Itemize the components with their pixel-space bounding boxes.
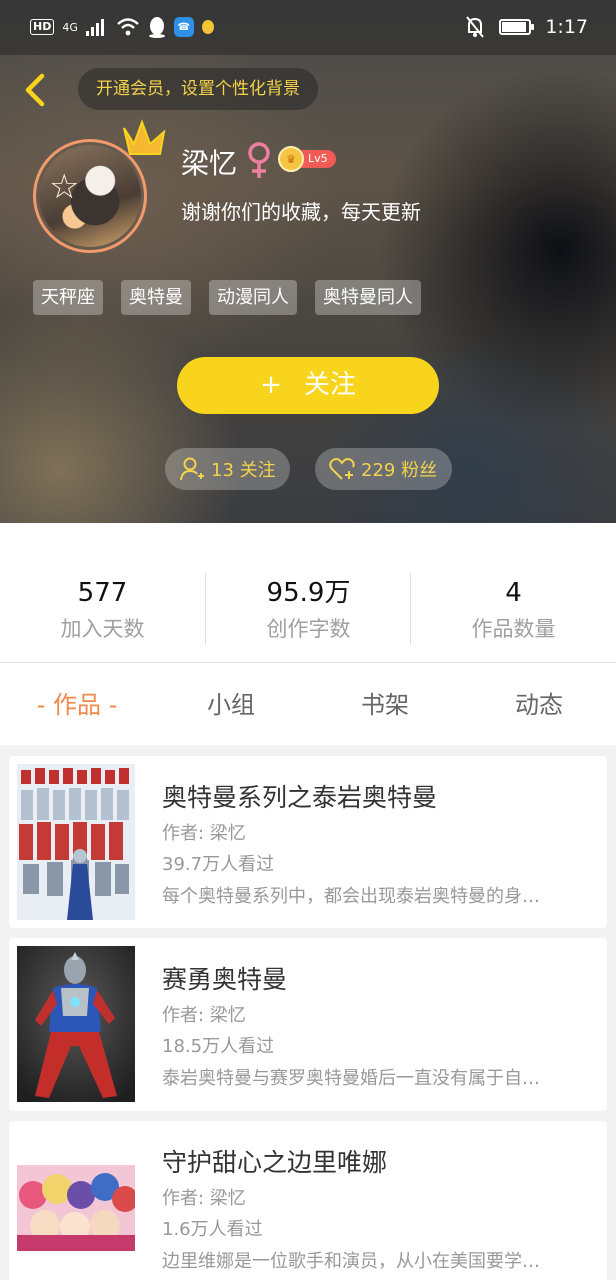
stat-words: 95.9万 创作字数 <box>206 573 411 645</box>
profile-stats: 577 加入天数 95.9万 创作字数 4 作品数量 <box>0 523 616 663</box>
qq-icon <box>148 17 165 38</box>
status-bar: HD 4G ☎ 1:17 <box>0 0 616 55</box>
stat-value: 4 <box>505 578 522 608</box>
work-cover <box>17 946 135 1102</box>
mute-bell-icon <box>466 16 485 38</box>
work-author: 作者: 梁忆 <box>162 823 246 844</box>
work-views: 39.7万人看过 <box>162 854 275 875</box>
work-card[interactable]: 守护甜心之边里唯娜 作者: 梁忆 1.6万人看过 边里维娜是一位歌手和演员，从小… <box>9 1121 607 1280</box>
network-label: 4G <box>62 20 78 34</box>
stat-works: 4 作品数量 <box>411 573 616 645</box>
work-description: 边里维娜是一位歌手和演员，从小在美国要学… <box>162 1251 540 1272</box>
battery-icon <box>499 19 535 35</box>
bio: 谢谢你们的收藏，每天更新 <box>181 200 421 224</box>
status-left: HD 4G ☎ <box>30 14 214 40</box>
work-card[interactable]: 奥特曼系列之泰岩奥特曼 作者: 梁忆 39.7万人看过 每个奥特曼系列中，都会出… <box>9 756 607 928</box>
fans-count: 229 粉丝 <box>361 460 438 481</box>
clock: 1:17 <box>545 16 588 38</box>
tag-item[interactable]: 动漫同人 <box>209 280 297 315</box>
fans-button[interactable]: 229 粉丝 <box>315 448 452 490</box>
profile-header: HD 4G ☎ 1:17 开通会员，设置个性化背景 ☆ 梁忆 Lv5 ♛ 谢谢你… <box>0 0 616 523</box>
star-icon: ☆ <box>49 167 80 207</box>
following-count: 13 关注 <box>211 460 276 481</box>
work-description: 每个奥特曼系列中，都会出现泰岩奥特曼的身… <box>162 886 540 907</box>
level-crown-icon: ♛ <box>278 146 304 172</box>
stat-value: 95.9万 <box>266 578 351 608</box>
wifi-icon <box>117 18 139 36</box>
work-title: 赛勇奥特曼 <box>162 965 288 994</box>
tab-activity[interactable]: 动态 <box>462 663 616 745</box>
heart-add-icon <box>329 458 355 480</box>
username: 梁忆 <box>181 147 238 180</box>
female-icon <box>248 142 270 178</box>
tab-bar: - 作品 - 小组 书架 动态 <box>0 663 616 745</box>
work-card[interactable]: 赛勇奥特曼 作者: 梁忆 18.5万人看过 泰岩奥特曼与赛罗奥特曼婚后一直没有属… <box>9 938 607 1111</box>
tag-item[interactable]: 奥特曼 <box>121 280 191 315</box>
tab-groups[interactable]: 小组 <box>154 663 308 745</box>
tag-item[interactable]: 奥特曼同人 <box>315 280 421 315</box>
stat-days: 577 加入天数 <box>0 573 205 645</box>
hd-badge: HD <box>30 19 55 35</box>
cover-image <box>17 1165 135 1251</box>
follow-button[interactable]: + 关注 <box>177 357 439 414</box>
tab-works[interactable]: - 作品 - <box>0 663 154 745</box>
work-title: 奥特曼系列之泰岩奥特曼 <box>162 783 438 812</box>
work-views: 1.6万人看过 <box>162 1219 263 1240</box>
signal-icon <box>85 19 104 36</box>
follow-button-label: 关注 <box>303 370 356 400</box>
following-button[interactable]: 13 关注 <box>165 448 290 490</box>
vip-background-prompt[interactable]: 开通会员，设置个性化背景 <box>78 68 318 110</box>
tag-item[interactable]: 天秤座 <box>33 280 103 315</box>
back-arrow-icon[interactable] <box>18 70 54 110</box>
app-notification-icon: ☎ <box>173 17 194 37</box>
work-author: 作者: 梁忆 <box>162 1188 246 1209</box>
notification-dot-icon <box>201 20 214 34</box>
tab-bookshelf[interactable]: 书架 <box>308 663 462 745</box>
stat-label: 加入天数 <box>60 617 145 641</box>
stat-label: 作品数量 <box>471 617 556 641</box>
work-cover <box>17 764 135 920</box>
work-description: 泰岩奥特曼与赛罗奥特曼婚后一直没有属于自… <box>162 1068 540 1089</box>
status-right: 1:17 <box>465 14 588 40</box>
work-cover <box>17 1165 135 1251</box>
tag-list: 天秤座 奥特曼 动漫同人 奥特曼同人 <box>33 280 421 315</box>
user-add-icon <box>180 457 204 481</box>
work-title: 守护甜心之边里唯娜 <box>162 1148 388 1177</box>
cover-image <box>17 764 135 920</box>
cover-image <box>17 946 135 1102</box>
level-badge: Lv5 ♛ <box>278 146 336 172</box>
stat-value: 577 <box>77 578 128 608</box>
crown-icon <box>123 119 166 155</box>
stat-label: 创作字数 <box>266 617 351 641</box>
work-author: 作者: 梁忆 <box>162 1005 246 1026</box>
work-views: 18.5万人看过 <box>162 1036 275 1057</box>
plus-icon: + <box>260 370 282 400</box>
